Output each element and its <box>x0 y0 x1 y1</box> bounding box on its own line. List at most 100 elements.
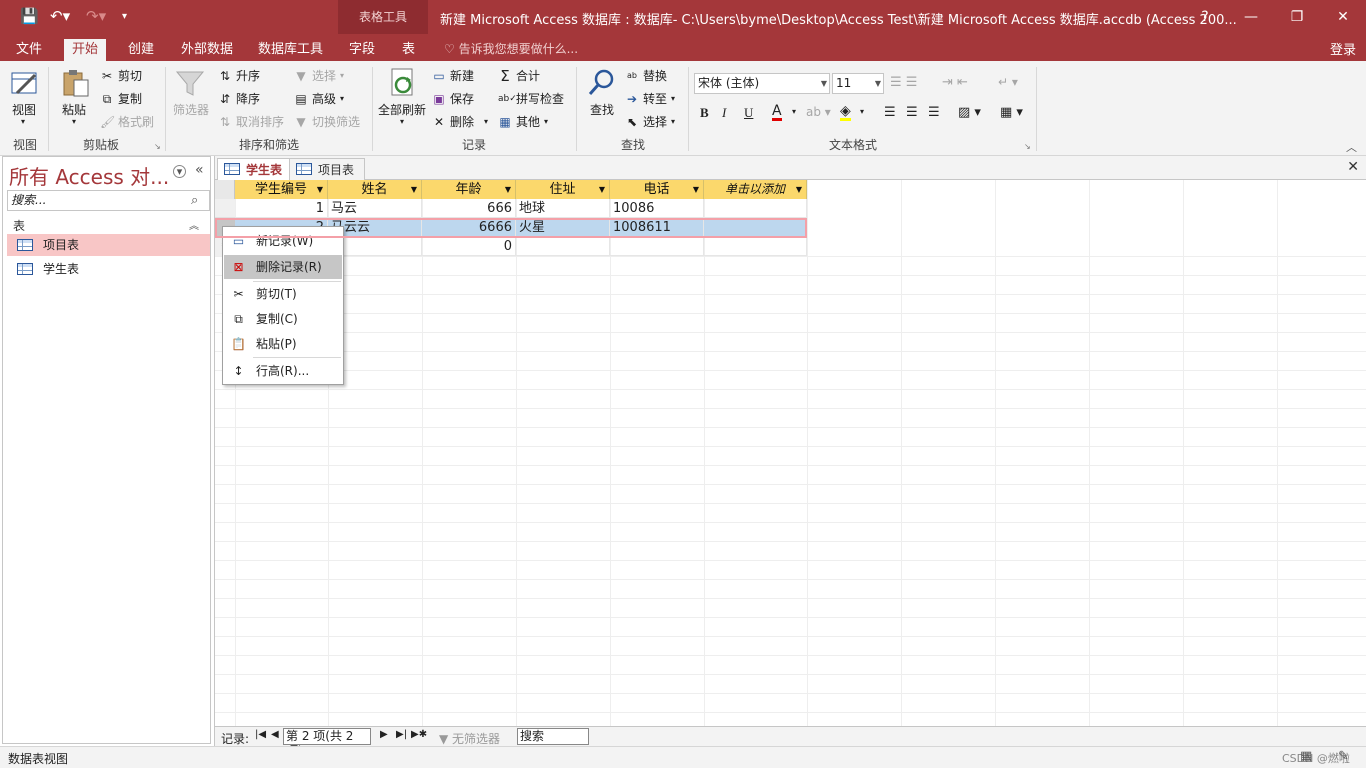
customize-qat-icon[interactable]: ▾ <box>122 11 127 22</box>
select-all-corner[interactable] <box>215 180 235 199</box>
paste-icon[interactable] <box>60 67 92 101</box>
refresh-dropdown-icon[interactable]: ▾ <box>400 117 404 126</box>
table-cell[interactable]: 1008611 <box>610 218 704 237</box>
find-button[interactable]: 查找 <box>590 101 614 118</box>
table-cell[interactable]: 马云 <box>328 199 422 218</box>
first-record-icon[interactable]: |◀ <box>255 729 266 740</box>
text-format-launcher-icon[interactable]: ↘ <box>1024 142 1031 151</box>
table-cell[interactable] <box>704 199 807 218</box>
nav-search-input[interactable]: 搜索... <box>7 190 210 211</box>
chevron-down-icon[interactable]: ▼ <box>411 180 417 199</box>
menu-item-row-height[interactable]: ↕ 行高(R)... <box>224 359 342 383</box>
fill-color-icon[interactable]: ◈ <box>840 103 851 121</box>
menu-item-copy[interactable]: ⧉ 复制(C) <box>224 307 342 331</box>
menu-item-cut[interactable]: ✂ 剪切(T) <box>224 282 342 306</box>
font-name-combo[interactable]: 宋体 (主体) ▼ <box>694 73 830 94</box>
chevron-down-icon[interactable]: ▼ <box>796 180 802 199</box>
table-cell[interactable] <box>516 237 610 256</box>
sort-descending-button[interactable]: ⇵ 降序 <box>218 90 260 107</box>
copy-button[interactable]: ⧉ 复制 <box>100 90 142 107</box>
align-center-icon[interactable]: ☰ <box>906 105 918 120</box>
save-icon[interactable]: 💾 <box>20 7 39 25</box>
sort-ascending-button[interactable]: ⇅ 升序 <box>218 67 260 84</box>
nav-menu-chevron-icon[interactable]: ▾ <box>173 165 186 178</box>
chevron-down-icon[interactable]: ▼ <box>317 180 323 199</box>
chevron-down-icon[interactable]: ▼ <box>505 180 511 199</box>
column-header[interactable]: 姓名 ▼ <box>328 180 422 199</box>
table-cell[interactable]: 10086 <box>610 199 704 218</box>
goto-button[interactable]: ➔ 转至 ▾ <box>625 90 675 107</box>
align-right-icon[interactable]: ☰ <box>928 105 940 120</box>
last-record-icon[interactable]: ▶| <box>396 729 407 740</box>
view-button[interactable]: 视图 <box>12 101 36 118</box>
clipboard-launcher-icon[interactable]: ↘ <box>154 142 161 151</box>
delete-record-button[interactable]: ✕ 删除 ▾ <box>432 113 488 130</box>
chevron-down-icon[interactable]: ▼ <box>599 180 605 199</box>
nav-group-header[interactable]: 表 <box>13 217 25 234</box>
previous-record-icon[interactable]: ◀ <box>271 729 279 740</box>
paste-button[interactable]: 粘贴 <box>62 101 86 118</box>
table-cell[interactable] <box>704 237 807 256</box>
table-cell[interactable]: 1 <box>235 199 328 218</box>
record-search-input[interactable]: 搜索 <box>517 728 589 745</box>
italic-button[interactable]: I <box>722 105 726 121</box>
current-record-field[interactable]: 第 2 项(共 2 项) <box>283 728 371 758</box>
design-view-icon[interactable]: ✎ <box>1338 749 1349 764</box>
chevron-down-icon[interactable]: ▾ <box>860 107 864 116</box>
refresh-all-button[interactable]: 全部刷新 <box>378 101 426 118</box>
cut-button[interactable]: ✂ 剪切 <box>100 67 142 84</box>
restore-button[interactable]: ❐ <box>1282 6 1312 28</box>
menu-item-delete-record[interactable]: ⊠ 删除记录(R) <box>224 255 342 279</box>
align-left-icon[interactable]: ☰ <box>884 105 896 120</box>
spelling-button[interactable]: ab✓ 拼写检查 <box>498 90 564 107</box>
nav-item-project-table[interactable]: 项目表 <box>7 234 210 256</box>
refresh-all-icon[interactable] <box>387 67 419 101</box>
tab-fields[interactable]: 字段 <box>341 39 383 61</box>
table-cell[interactable]: 地球 <box>516 199 610 218</box>
tab-create[interactable]: 创建 <box>120 39 162 61</box>
tab-project-table[interactable]: 项目表 <box>289 158 366 180</box>
font-size-combo[interactable]: 11 ▼ <box>832 73 884 94</box>
paste-dropdown-icon[interactable]: ▾ <box>72 117 76 126</box>
gridlines-icon[interactable]: ▦ ▾ <box>1000 105 1023 120</box>
shutter-bar-close-icon[interactable]: « <box>195 162 204 178</box>
column-header[interactable]: 学生编号 ▼ <box>235 180 328 199</box>
minimize-button[interactable]: — <box>1236 6 1266 28</box>
menu-item-paste[interactable]: 📋 粘贴(P) <box>224 332 342 356</box>
new-record-button[interactable]: ▭ 新建 <box>432 67 474 84</box>
table-cell[interactable]: 666 <box>422 199 516 218</box>
font-color-icon[interactable]: A <box>772 103 782 121</box>
close-document-icon[interactable]: ✕ <box>1347 159 1359 175</box>
totals-button[interactable]: Σ 合计 <box>498 67 540 84</box>
table-cell[interactable]: 0 <box>422 237 516 256</box>
record-selector[interactable] <box>215 199 235 218</box>
table-cell[interactable] <box>704 218 807 237</box>
save-record-button[interactable]: ▣ 保存 <box>432 90 474 107</box>
underline-button[interactable]: U <box>744 105 753 121</box>
nav-pane-title[interactable]: 所有 Access 对... <box>9 161 169 190</box>
chevron-down-icon[interactable]: ▼ <box>693 180 699 199</box>
tab-home[interactable]: 开始 <box>64 39 107 61</box>
chevron-down-icon[interactable]: ▾ <box>792 107 796 116</box>
sign-in-link[interactable]: 登录 <box>1330 39 1356 58</box>
click-to-add-header[interactable]: 单击以添加 ▼ <box>704 180 807 199</box>
alternate-row-color-icon[interactable]: ▨ ▾ <box>958 105 981 120</box>
table-cell[interactable]: 火星 <box>516 218 610 237</box>
search-icon[interactable]: ⌕ <box>191 193 198 208</box>
undo-icon[interactable]: ↶▾ <box>50 7 70 25</box>
select-button[interactable]: ⬉ 选择 ▾ <box>625 113 675 130</box>
close-button[interactable]: ✕ <box>1328 6 1358 28</box>
tab-external-data[interactable]: 外部数据 <box>173 39 241 61</box>
tab-file[interactable]: 文件 <box>8 39 50 61</box>
help-button[interactable]: ? <box>1190 6 1220 28</box>
tab-student-table[interactable]: 学生表 <box>217 158 294 180</box>
find-icon[interactable] <box>586 67 618 101</box>
new-blank-record-icon[interactable]: ▶✱ <box>411 729 427 740</box>
no-filter-indicator[interactable]: ▼ 无筛选器 <box>439 730 500 747</box>
view-icon[interactable] <box>9 67 41 101</box>
tell-me-box[interactable]: ♡ 告诉我您想要做什么... <box>444 40 578 57</box>
replace-button[interactable]: ab 替换 <box>625 67 667 84</box>
tab-table[interactable]: 表 <box>394 39 423 61</box>
datasheet-view-icon[interactable]: ▦ <box>1300 749 1312 764</box>
column-header[interactable]: 年龄 ▼ <box>422 180 516 199</box>
